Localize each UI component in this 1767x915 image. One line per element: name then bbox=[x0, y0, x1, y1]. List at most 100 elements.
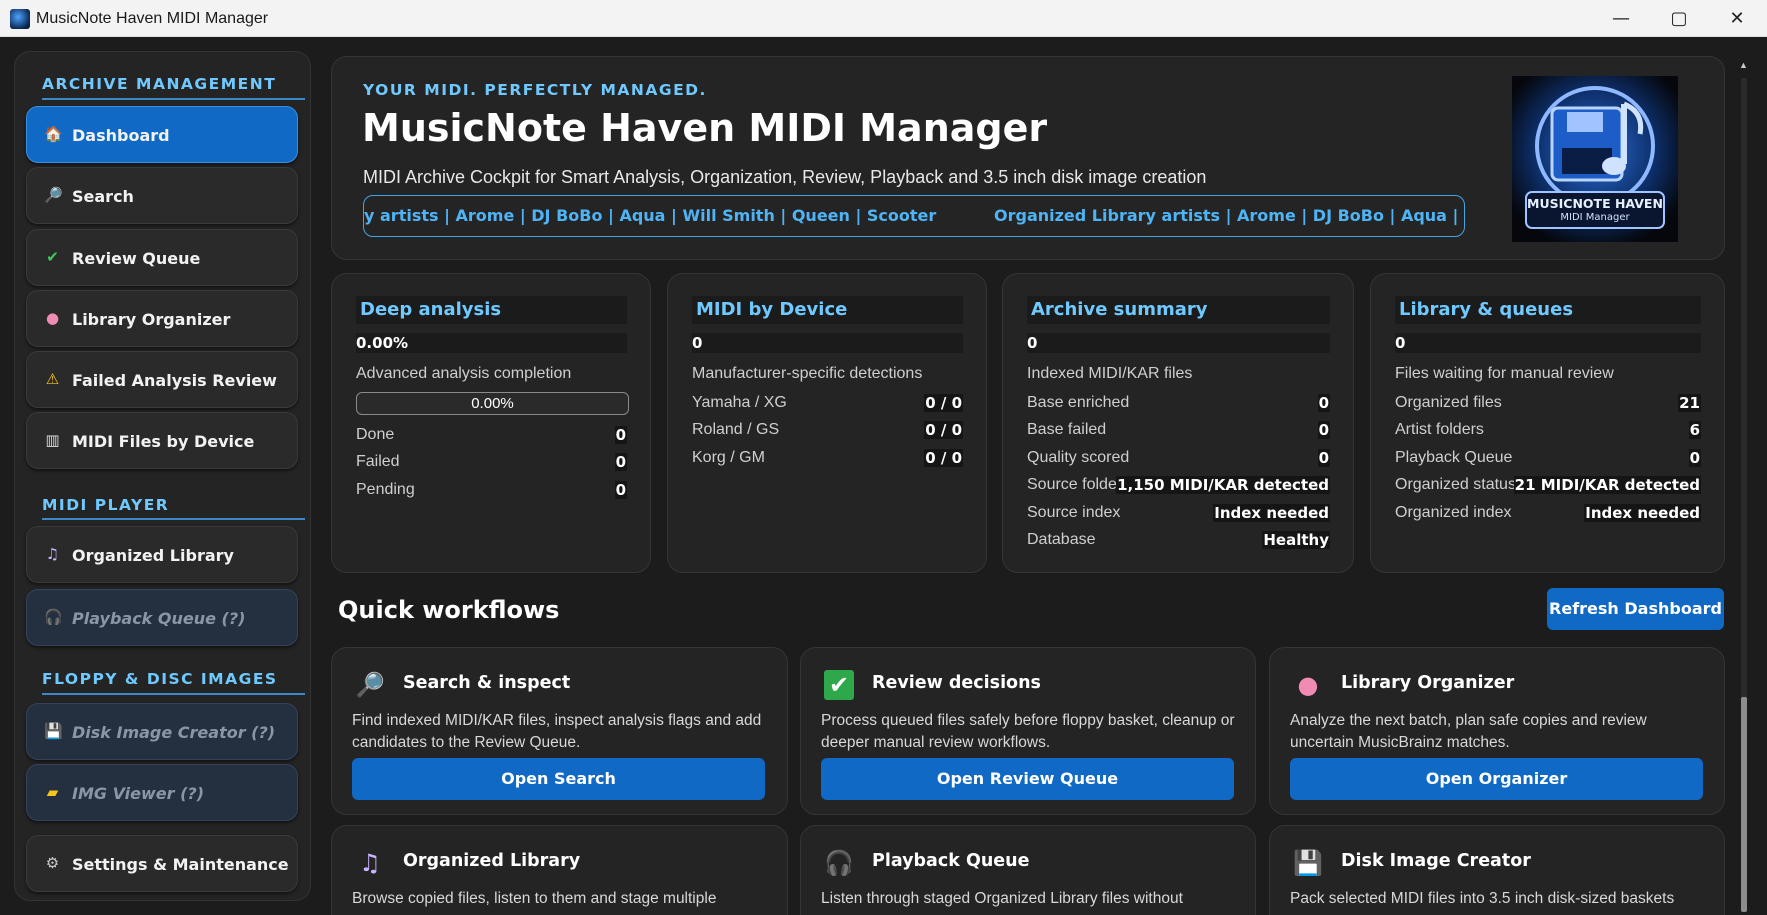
scroll-up-icon[interactable]: ▲ bbox=[1738, 60, 1749, 70]
stat-row: Organized status 21 MIDI/KAR detected bbox=[1395, 476, 1701, 498]
stat-row: Playback Queue 0 bbox=[1395, 449, 1701, 471]
stat-value: 0 bbox=[614, 426, 627, 444]
card-title: MIDI by Device bbox=[692, 296, 963, 324]
sidebar-item-img-viewer[interactable]: ▰ IMG Viewer (?) bbox=[26, 764, 298, 821]
sidebar-item-label: Dashboard bbox=[72, 126, 170, 145]
artist-ticker: y artists | Arome | DJ BoBo | Aqua | Wil… bbox=[363, 195, 1465, 237]
sidebar-item-disk-image-creator[interactable]: 💾 Disk Image Creator (?) bbox=[26, 703, 298, 760]
workflow-description: Listen through staged Organized Library … bbox=[821, 890, 1183, 907]
card-value: 0 bbox=[692, 333, 963, 353]
stat-label: Database bbox=[1027, 531, 1096, 548]
card-midi-by-device: MIDI by Device 0 Manufacturer-specific d… bbox=[667, 273, 987, 573]
sidebar-item-organized-library[interactable]: ♫ Organized Library bbox=[26, 526, 298, 583]
brain-icon: ● bbox=[45, 309, 60, 327]
sidebar-item-failed-analysis[interactable]: ⚠ Failed Analysis Review bbox=[26, 351, 298, 408]
workflow-description: Process queued files safely before flopp… bbox=[821, 712, 1235, 751]
open-search-button[interactable]: Open Search bbox=[352, 758, 765, 800]
section-divider bbox=[42, 98, 305, 100]
window-title: MusicNote Haven MIDI Manager bbox=[36, 10, 269, 27]
card-title: Archive summary bbox=[1027, 296, 1330, 324]
sidebar: ARCHIVE MANAGEMENT 🏠 Dashboard 🔎 Search … bbox=[14, 51, 311, 901]
stat-row: Failed 0 bbox=[356, 453, 627, 475]
stat-row: Source folder 1,150 MIDI/KAR detected bbox=[1027, 476, 1330, 498]
stat-value: 21 bbox=[1678, 394, 1701, 412]
sidebar-item-library-organizer[interactable]: ● Library Organizer bbox=[26, 290, 298, 347]
workflow-title: Search & inspect bbox=[403, 673, 571, 693]
card-library-queues: Library & queues 0 Files waiting for man… bbox=[1370, 273, 1725, 573]
stat-row: Artist folders 6 bbox=[1395, 421, 1701, 443]
scroll-track[interactable] bbox=[1741, 78, 1747, 758]
headphones-icon: 🎧 bbox=[44, 608, 63, 626]
sidebar-item-search[interactable]: 🔎 Search bbox=[26, 167, 298, 224]
headphones-icon: 🎧 bbox=[824, 849, 854, 877]
workflow-card-review: ✔ Review decisions Process queued files … bbox=[800, 647, 1256, 815]
card-value: 0.00% bbox=[356, 333, 627, 353]
workflow-title: Review decisions bbox=[872, 673, 1041, 693]
section-divider bbox=[42, 693, 305, 695]
stat-row: Yamaha / XG 0 / 0 bbox=[692, 394, 963, 416]
magnifier-icon: 🔎 bbox=[44, 186, 63, 204]
workflow-card-playback-queue: 🎧 Playback Queue Listen through staged O… bbox=[800, 825, 1256, 915]
stat-value: 1,150 MIDI/KAR detected bbox=[1116, 476, 1330, 494]
open-review-queue-button[interactable]: Open Review Queue bbox=[821, 758, 1234, 800]
checkmark-icon: ✔ bbox=[824, 670, 854, 700]
close-icon[interactable]: ✕ bbox=[1708, 0, 1766, 37]
checkmark-icon: ✔ bbox=[46, 248, 59, 266]
open-organizer-button[interactable]: Open Organizer bbox=[1290, 758, 1703, 800]
sidebar-item-playback-queue[interactable]: 🎧 Playback Queue (?) bbox=[26, 589, 298, 646]
stat-label: Organized files bbox=[1395, 394, 1502, 411]
workflow-title: Playback Queue bbox=[872, 851, 1030, 871]
workflow-title: Organized Library bbox=[403, 851, 581, 871]
stat-row: Done 0 bbox=[356, 426, 627, 448]
workflow-card-disk-image: 💾 Disk Image Creator Pack selected MIDI … bbox=[1269, 825, 1725, 915]
workflow-title: Disk Image Creator bbox=[1341, 851, 1531, 871]
sidebar-item-review-queue[interactable]: ✔ Review Queue bbox=[26, 229, 298, 286]
floppy-icon: 💾 bbox=[44, 722, 63, 740]
stat-row: Organized index Index needed bbox=[1395, 504, 1701, 526]
stat-value: Healthy bbox=[1262, 531, 1330, 549]
workflow-card-organized-library: ♫ Organized Library Browse copied files,… bbox=[331, 825, 788, 915]
page-title: MusicNote Haven MIDI Manager bbox=[362, 106, 1048, 150]
sidebar-item-label: Organized Library bbox=[72, 546, 234, 565]
gear-icon: ⚙ bbox=[45, 854, 60, 872]
sidebar-item-label: Search bbox=[72, 187, 134, 206]
logo-subtext: MIDI Manager bbox=[1560, 212, 1630, 223]
stat-value: 0 / 0 bbox=[924, 449, 963, 467]
stat-label: Artist folders bbox=[1395, 421, 1484, 438]
stat-row: Organized files 21 bbox=[1395, 394, 1701, 416]
minimize-icon[interactable]: — bbox=[1592, 0, 1650, 37]
sidebar-item-settings[interactable]: ⚙ Settings & Maintenance bbox=[26, 835, 298, 892]
stat-row: Korg / GM 0 / 0 bbox=[692, 449, 963, 471]
stat-row: Roland / GS 0 / 0 bbox=[692, 421, 963, 443]
house-icon: 🏠 bbox=[44, 125, 63, 143]
maximize-icon[interactable]: ▢ bbox=[1650, 0, 1708, 37]
section-title-floppy: FLOPPY & DISC IMAGES bbox=[42, 670, 278, 688]
workflow-description: Find indexed MIDI/KAR files, inspect ana… bbox=[352, 712, 762, 751]
stat-value: 0 bbox=[1317, 421, 1330, 439]
hero-subtitle: MIDI Archive Cockpit for Smart Analysis,… bbox=[363, 167, 1207, 187]
window-titlebar: MusicNote Haven MIDI Manager — ▢ ✕ bbox=[0, 0, 1767, 37]
card-value: 0 bbox=[1395, 333, 1701, 353]
scroll-thumb[interactable] bbox=[1741, 697, 1747, 912]
stat-label: Playback Queue bbox=[1395, 449, 1513, 466]
workflow-description: Browse copied files, listen to them and … bbox=[352, 890, 717, 907]
folder-icon: ▰ bbox=[46, 783, 59, 801]
stat-value: 0 bbox=[614, 481, 627, 499]
sidebar-item-dashboard[interactable]: 🏠 Dashboard bbox=[26, 106, 298, 163]
sidebar-item-midi-by-device[interactable]: ▥ MIDI Files by Device bbox=[26, 412, 298, 469]
progress-text: 0.00% bbox=[471, 395, 514, 412]
stat-label: Base failed bbox=[1027, 421, 1107, 438]
stat-value: 0 / 0 bbox=[924, 394, 963, 412]
stat-label: Roland / GS bbox=[692, 421, 780, 438]
sidebar-item-label: Disk Image Creator (?) bbox=[72, 723, 276, 742]
vertical-scrollbar[interactable]: ▲ bbox=[1738, 60, 1749, 915]
ticker-text: y artists | Arome | DJ BoBo | Aqua | Wil… bbox=[364, 206, 937, 225]
stat-row: Quality scored 0 bbox=[1027, 449, 1330, 471]
stat-label: Korg / GM bbox=[692, 449, 765, 466]
app-icon bbox=[10, 9, 30, 29]
stat-value: Index needed bbox=[1213, 504, 1330, 522]
stat-value: Index needed bbox=[1584, 504, 1701, 522]
refresh-dashboard-button[interactable]: Refresh Dashboard bbox=[1547, 588, 1724, 630]
stat-value: 0 bbox=[1317, 449, 1330, 467]
workflow-description: Pack selected MIDI files into 3.5 inch d… bbox=[1290, 890, 1675, 907]
